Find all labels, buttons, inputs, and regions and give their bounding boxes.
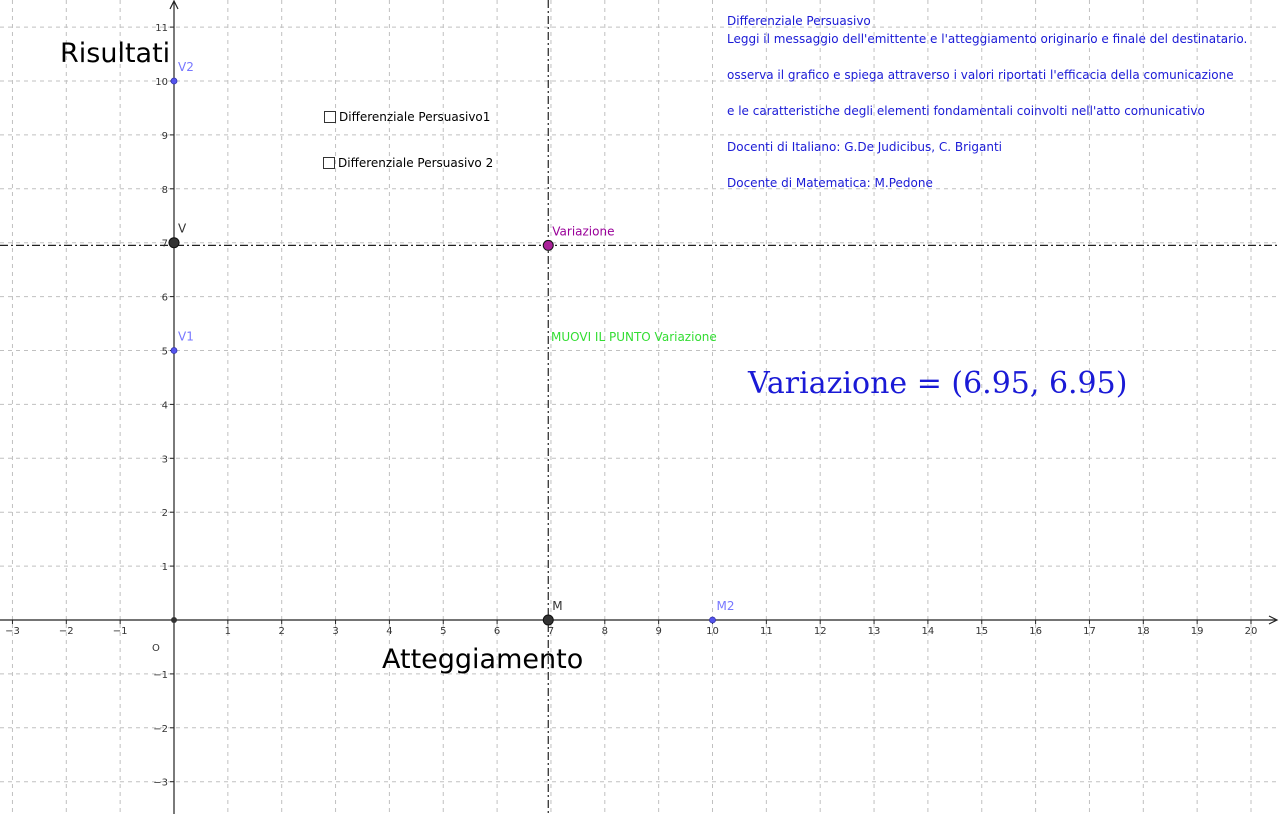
origin-label: O (152, 643, 160, 654)
checkbox-differenziale-persuasivo-2[interactable]: Differenziale Persuasivo 2 (323, 156, 493, 170)
x-tick-label: 20 (1245, 626, 1258, 637)
y-tick-label: 10 (155, 77, 168, 88)
y-tick-label: −1 (153, 670, 168, 681)
y-tick-label: 5 (162, 347, 168, 358)
x-axis-label: Atteggiamento (382, 644, 583, 675)
info-text-block: Differenziale Persuasivo Leggi il messag… (727, 12, 1267, 192)
y-tick-label: 8 (162, 185, 168, 196)
x-tick-label: 8 (602, 626, 608, 637)
x-tick-label: 2 (279, 626, 285, 637)
y-tick-label: 3 (162, 454, 168, 465)
x-tick-label: 14 (922, 626, 935, 637)
x-tick-label: 18 (1137, 626, 1150, 637)
x-tick-label: −1 (113, 626, 128, 637)
x-tick-label: 11 (760, 626, 773, 637)
info-title: Differenziale Persuasivo (727, 14, 871, 28)
point-variazione[interactable] (542, 239, 554, 251)
x-tick-label: 15 (975, 626, 988, 637)
y-tick-label: 1 (162, 562, 168, 573)
point-v[interactable] (168, 237, 180, 249)
hint-text: MUOVI IL PUNTO Variazione (551, 330, 717, 344)
info-line-3: e le caratteristiche degli elementi fond… (727, 104, 1205, 118)
checkbox-box[interactable] (323, 157, 335, 169)
x-tick-label: 10 (706, 626, 719, 637)
point-label-variazione: Variazione (552, 224, 614, 238)
x-tick-label: 17 (1083, 626, 1096, 637)
x-tick-label: −2 (59, 626, 74, 637)
point-label-v: V (178, 222, 187, 236)
y-tick-label: 4 (162, 400, 168, 411)
y-tick-label: 11 (155, 23, 168, 34)
y-tick-label: 6 (162, 293, 168, 304)
x-tick-label: 12 (814, 626, 827, 637)
x-tick-label: 19 (1191, 626, 1204, 637)
x-tick-label: 6 (494, 626, 500, 637)
point-label-v1: V1 (178, 330, 194, 344)
y-axis-label: Risultati (60, 38, 170, 69)
point-label-v2: V2 (178, 60, 194, 74)
x-tick-label: −3 (5, 626, 20, 637)
y-tick-label: 7 (162, 239, 168, 250)
x-tick-label: 5 (440, 626, 446, 637)
checkbox-label: Differenziale Persuasivo1 (339, 110, 491, 124)
point-m2[interactable] (709, 616, 716, 624)
y-tick-label: −2 (153, 724, 168, 735)
checkbox-differenziale-persuasivo-1[interactable]: Differenziale Persuasivo1 (324, 110, 490, 124)
x-tick-label: 3 (332, 626, 338, 637)
info-line-4: Docenti di Italiano: G.De Judicibus, C. … (727, 140, 1003, 154)
y-tick-label: 9 (162, 131, 168, 142)
point-v1[interactable] (170, 347, 178, 354)
x-tick-label: 1 (225, 626, 231, 637)
x-tick-label: 9 (655, 626, 661, 637)
checkbox-box[interactable] (324, 111, 336, 123)
point-label-m: M (552, 599, 562, 613)
checkbox-label: Differenziale Persuasivo 2 (338, 156, 494, 170)
info-line-5: Docente di Matematica: M.Pedone (727, 176, 933, 190)
y-tick-label: 2 (162, 508, 168, 519)
point-v2[interactable] (170, 77, 178, 85)
variazione-value: Variazione = (6.95, 6.95) (748, 366, 1128, 401)
x-tick-label: 16 (1029, 626, 1042, 637)
x-tick-label: 13 (868, 626, 881, 637)
point-m[interactable] (542, 614, 554, 626)
point-origin (171, 617, 177, 623)
y-tick-label: −3 (153, 778, 168, 789)
info-line-1: Leggi il messaggio dell'emittente e l'at… (727, 32, 1248, 46)
info-line-2: osserva il grafico e spiega attraverso i… (727, 68, 1234, 82)
point-label-m2: M2 (717, 599, 735, 613)
x-tick-label: 4 (386, 626, 392, 637)
